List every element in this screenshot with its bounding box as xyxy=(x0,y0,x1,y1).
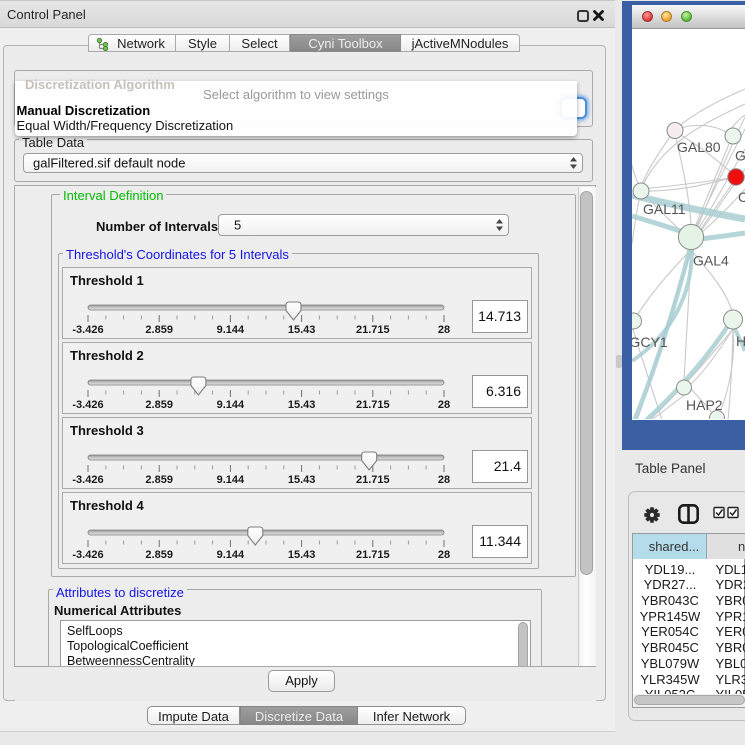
svg-text:2.859: 2.859 xyxy=(145,324,173,336)
svg-text:21.715: 21.715 xyxy=(356,474,390,486)
svg-text:-3.426: -3.426 xyxy=(72,324,103,336)
svg-text:-3.426: -3.426 xyxy=(72,399,103,411)
svg-text:15.43: 15.43 xyxy=(288,474,316,486)
svg-text:15.43: 15.43 xyxy=(288,399,316,411)
svg-text:HAP2: HAP2 xyxy=(686,397,723,413)
svg-text:9.144: 9.144 xyxy=(217,474,245,486)
svg-text:GAL: GAL xyxy=(735,147,745,163)
svg-text:9.144: 9.144 xyxy=(217,324,245,336)
svg-text:9.144: 9.144 xyxy=(217,549,245,561)
svg-text:GAL4: GAL4 xyxy=(693,252,729,268)
svg-text:-3.426: -3.426 xyxy=(72,474,103,486)
svg-text:28: 28 xyxy=(438,399,450,411)
svg-text:2.859: 2.859 xyxy=(145,474,173,486)
svg-text:28: 28 xyxy=(438,324,450,336)
svg-text:GAL80: GAL80 xyxy=(677,139,721,155)
svg-text:-3.426: -3.426 xyxy=(72,549,103,561)
svg-text:15.43: 15.43 xyxy=(288,324,316,336)
svg-text:GCY1: GCY1 xyxy=(632,334,668,350)
svg-text:GAL11: GAL11 xyxy=(643,201,686,217)
svg-text:21.715: 21.715 xyxy=(356,549,390,561)
svg-text:21.715: 21.715 xyxy=(356,399,390,411)
svg-text:9.144: 9.144 xyxy=(217,399,245,411)
svg-text:28: 28 xyxy=(438,549,450,561)
svg-text:C: C xyxy=(738,189,745,205)
svg-text:28: 28 xyxy=(438,474,450,486)
svg-text:2.859: 2.859 xyxy=(145,549,173,561)
svg-text:15.43: 15.43 xyxy=(288,549,316,561)
svg-text:2.859: 2.859 xyxy=(145,399,173,411)
svg-text:21.715: 21.715 xyxy=(356,324,390,336)
svg-text:H: H xyxy=(736,333,745,349)
